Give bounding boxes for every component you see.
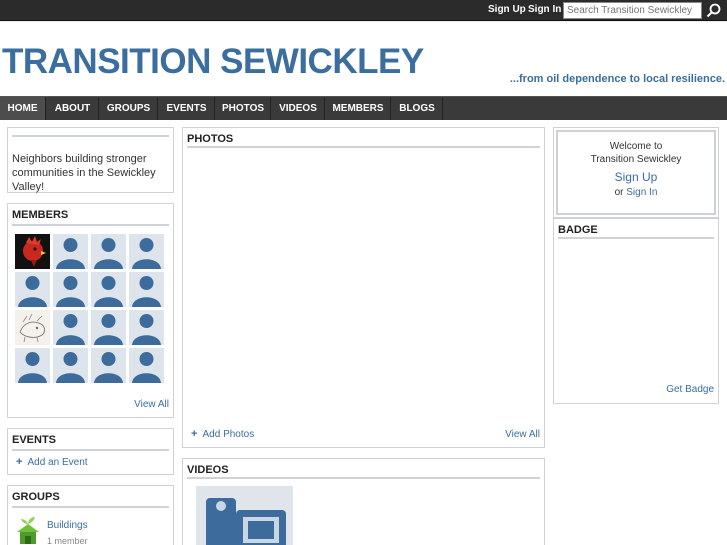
default-avatar-icon bbox=[129, 234, 164, 269]
welcome-box: Welcome to Transition Sewickley Sign Up … bbox=[553, 127, 719, 218]
welcome-line-1: Welcome to bbox=[609, 141, 663, 152]
sprout-house-icon bbox=[17, 517, 39, 544]
site-tagline: ...from oil dependence to local resilien… bbox=[509, 73, 725, 85]
plus-icon: + bbox=[16, 456, 23, 468]
group-name-link[interactable]: Buildings bbox=[47, 520, 88, 531]
default-avatar-icon bbox=[129, 272, 164, 307]
events-box: EVENTS + Add an Event bbox=[7, 428, 174, 475]
members-box: MEMBERS View All bbox=[7, 203, 174, 418]
nav-home[interactable]: HOME bbox=[0, 97, 46, 120]
events-title: EVENTS bbox=[12, 434, 57, 446]
groups-box: GROUPS Buildings 1 member bbox=[7, 485, 174, 545]
divider bbox=[187, 477, 540, 479]
default-avatar-icon bbox=[15, 348, 50, 383]
default-avatar-icon bbox=[53, 348, 88, 383]
search-input[interactable] bbox=[563, 2, 702, 19]
member-avatar[interactable] bbox=[15, 310, 50, 345]
badge-box: BADGE Get Badge bbox=[553, 218, 719, 404]
sign-up-link[interactable]: Sign Up bbox=[488, 4, 526, 15]
add-event-link[interactable]: Add an Event bbox=[28, 457, 88, 468]
default-avatar-icon bbox=[129, 310, 164, 345]
member-avatar[interactable] bbox=[129, 348, 164, 383]
welcome-line-2: Transition Sewickley bbox=[590, 154, 682, 165]
intro-box: Neighbors building stronger communities … bbox=[7, 127, 174, 193]
videos-box: VIDEOS bbox=[182, 458, 545, 545]
nav-about[interactable]: ABOUT bbox=[47, 97, 99, 120]
member-avatar[interactable] bbox=[15, 348, 50, 383]
default-avatar-icon bbox=[53, 272, 88, 307]
content-area: Neighbors building stronger communities … bbox=[0, 120, 727, 545]
videos-title: VIDEOS bbox=[187, 464, 229, 476]
divider bbox=[187, 146, 540, 148]
nav-members[interactable]: MEMBERS bbox=[326, 97, 391, 120]
rooster-avatar-icon bbox=[15, 234, 50, 269]
default-avatar-icon bbox=[53, 310, 88, 345]
members-title: MEMBERS bbox=[12, 209, 69, 221]
group-thumbnail[interactable] bbox=[14, 516, 42, 544]
video-camera-icon bbox=[196, 486, 293, 545]
member-avatar[interactable] bbox=[15, 272, 50, 307]
badge-title: BADGE bbox=[558, 224, 598, 236]
search-button[interactable] bbox=[704, 1, 724, 20]
user-bar: Sign Up Sign In bbox=[0, 0, 727, 21]
welcome-sign-in-link[interactable]: Sign In bbox=[626, 187, 657, 198]
photos-view-all-link[interactable]: View All bbox=[505, 429, 540, 440]
main-nav: HOME ABOUT GROUPS EVENTS PHOTOS VIDEOS M… bbox=[0, 96, 727, 120]
members-view-all-link[interactable]: View All bbox=[134, 399, 169, 410]
site-title[interactable]: TRANSITION SEWICKLEY bbox=[2, 42, 424, 82]
photos-box: PHOTOS + Add Photos View All bbox=[182, 127, 545, 448]
divider bbox=[558, 237, 714, 239]
default-avatar-icon bbox=[53, 234, 88, 269]
member-avatar[interactable] bbox=[129, 310, 164, 345]
group-member-count: 1 member bbox=[47, 536, 88, 545]
member-avatar[interactable] bbox=[53, 310, 88, 345]
default-avatar-icon bbox=[129, 348, 164, 383]
intro-text: Neighbors building stronger communities … bbox=[12, 153, 156, 193]
sign-in-link[interactable]: Sign In bbox=[528, 4, 561, 15]
member-avatar[interactable] bbox=[91, 348, 126, 383]
member-avatar[interactable] bbox=[53, 234, 88, 269]
nav-photos[interactable]: PHOTOS bbox=[216, 97, 271, 120]
member-avatar[interactable] bbox=[53, 348, 88, 383]
nav-events[interactable]: EVENTS bbox=[159, 97, 215, 120]
default-avatar-icon bbox=[91, 234, 126, 269]
site-header: TRANSITION SEWICKLEY ...from oil depende… bbox=[0, 22, 727, 96]
search-icon bbox=[706, 3, 721, 18]
default-avatar-icon bbox=[91, 310, 126, 345]
default-avatar-icon bbox=[91, 272, 126, 307]
member-avatar[interactable] bbox=[129, 234, 164, 269]
divider bbox=[12, 449, 169, 451]
member-avatar[interactable] bbox=[91, 234, 126, 269]
sketch-avatar-icon bbox=[15, 310, 50, 345]
add-event-action[interactable]: + Add an Event bbox=[16, 456, 88, 468]
default-avatar-icon bbox=[91, 348, 126, 383]
nav-groups[interactable]: GROUPS bbox=[100, 97, 158, 120]
divider bbox=[12, 506, 169, 508]
get-badge-link[interactable]: Get Badge bbox=[666, 384, 714, 395]
groups-title: GROUPS bbox=[12, 491, 60, 503]
nav-blogs[interactable]: BLOGS bbox=[392, 97, 443, 120]
plus-icon: + bbox=[191, 428, 198, 440]
default-avatar-icon bbox=[15, 272, 50, 307]
member-avatar[interactable] bbox=[91, 272, 126, 307]
add-photos-link[interactable]: Add Photos bbox=[203, 429, 255, 440]
nav-videos[interactable]: VIDEOS bbox=[272, 97, 325, 120]
photos-title: PHOTOS bbox=[187, 133, 234, 145]
add-photos-action[interactable]: + Add Photos bbox=[191, 428, 254, 440]
or-text: or bbox=[614, 187, 624, 198]
welcome-sign-up-link[interactable]: Sign Up bbox=[554, 170, 718, 184]
member-avatar[interactable] bbox=[91, 310, 126, 345]
video-thumbnail[interactable] bbox=[196, 486, 293, 545]
divider bbox=[12, 224, 169, 226]
welcome-sign-in-row: or Sign In bbox=[554, 187, 718, 198]
divider bbox=[12, 135, 169, 137]
member-avatar[interactable] bbox=[53, 272, 88, 307]
member-avatar[interactable] bbox=[15, 234, 50, 269]
member-avatar[interactable] bbox=[129, 272, 164, 307]
